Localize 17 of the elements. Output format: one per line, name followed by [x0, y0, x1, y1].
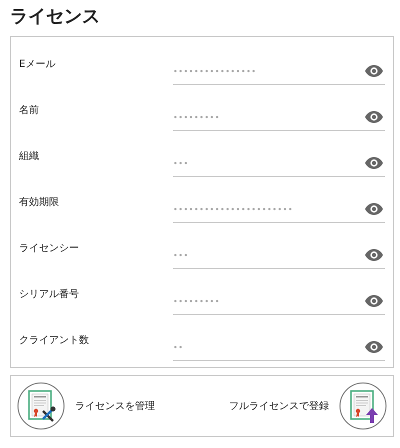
field-label: 組織: [19, 150, 40, 163]
page-title: ライセンス: [10, 6, 101, 28]
password-field[interactable]: ••: [173, 334, 385, 361]
action-link[interactable]: ライセンスを管理: [75, 399, 155, 413]
field-label: シリアル番号: [19, 288, 80, 301]
field-label: 名前: [19, 104, 40, 117]
password-field[interactable]: ••••••••••••••••: [173, 58, 385, 85]
password-field[interactable]: •••: [173, 150, 385, 177]
field-label: ライセンシー: [19, 242, 80, 255]
password-field[interactable]: •••••••••: [173, 104, 385, 131]
password-field[interactable]: •••••••••••••••••••••••: [173, 196, 385, 223]
password-field[interactable]: •••••••••: [173, 288, 385, 315]
password-field[interactable]: •••: [173, 242, 385, 269]
field-label: 有効期限: [19, 196, 60, 209]
field-label: クライアント数: [19, 334, 90, 347]
field-label: Eメール: [19, 58, 56, 71]
action-link[interactable]: フルライセンスで登録: [229, 399, 329, 413]
